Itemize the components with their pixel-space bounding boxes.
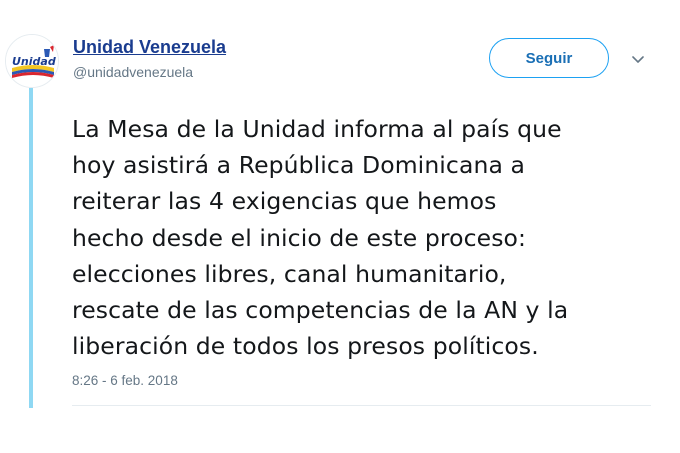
tweet-text-line: liberación de todos los presos políticos… (72, 332, 539, 361)
author-name[interactable]: Unidad Venezuela (73, 37, 226, 58)
divider (72, 405, 651, 406)
unidad-logo-icon: Unidad (6, 35, 58, 87)
follow-button[interactable]: Seguir (489, 38, 609, 78)
avatar[interactable]: Unidad (5, 34, 59, 88)
tweet-text-line: elecciones libres, canal humanitario, (72, 259, 507, 288)
tweet-text-line: hoy asistirá a República Dominicana a (72, 151, 526, 180)
tweet-text-line: La Mesa de la Unidad informa al país que (72, 115, 562, 143)
tweet-text: La Mesa de la Unidad informa al país que… (72, 111, 672, 364)
tweet-text-line: reiterar las 4 exigencias que hemos (72, 187, 497, 216)
tweet-timestamp[interactable]: 8:26 - 6 feb. 2018 (72, 373, 178, 388)
author-handle: @unidadvenezuela (73, 64, 194, 80)
tweet-card: Unidad Unidad Venezuela @unidadvenezuela… (0, 0, 680, 453)
tweet-text-line: rescate de las competencias de la AN y l… (72, 296, 569, 325)
tweet-text-line: hecho desde el inicio de este proceso: (72, 223, 527, 252)
svg-text:Unidad: Unidad (12, 55, 56, 68)
thread-line (29, 88, 33, 408)
chevron-down-icon[interactable] (629, 50, 647, 68)
